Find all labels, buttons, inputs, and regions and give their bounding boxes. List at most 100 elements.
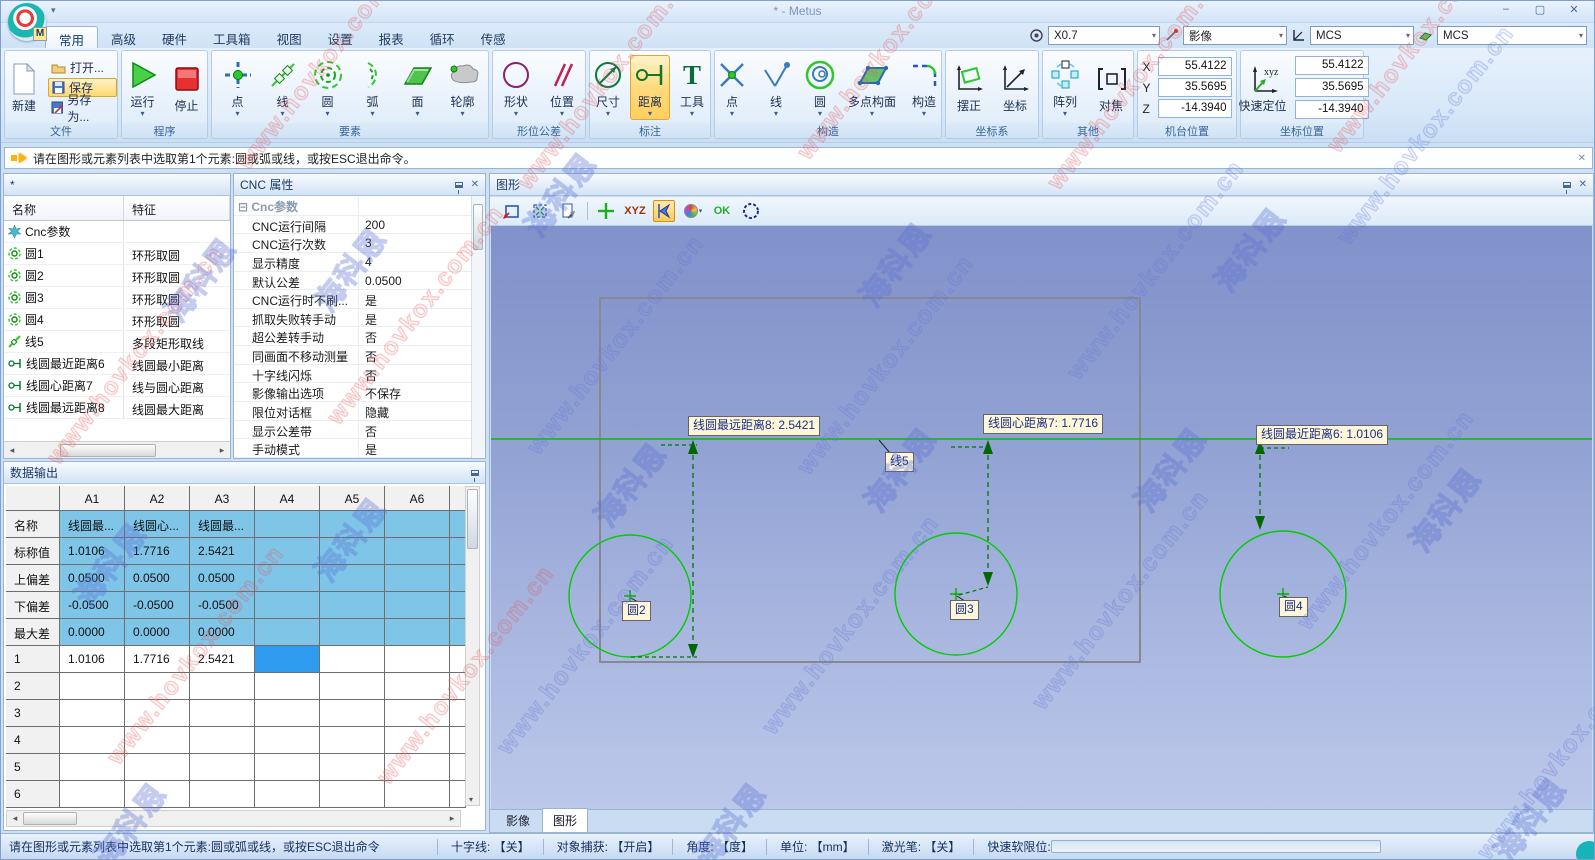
property-row[interactable]: 同画面不移动测量否 xyxy=(234,346,471,365)
open-button[interactable]: 打开... xyxy=(48,58,117,77)
sheet-vscrollbar[interactable]: ▾ xyxy=(465,486,480,806)
image-mode-combo[interactable]: 影像▾ xyxy=(1183,26,1287,45)
sheet-cell[interactable] xyxy=(385,538,450,565)
gdt-form-button[interactable]: 形状 ▾ xyxy=(497,56,535,119)
sheet-cell[interactable] xyxy=(320,592,385,619)
focus-button[interactable]: 对焦 xyxy=(1092,60,1130,116)
pin-icon[interactable] xyxy=(455,182,463,188)
sheet-cell[interactable] xyxy=(190,781,255,808)
column-name[interactable]: 名称 xyxy=(4,196,124,220)
sheet-cell[interactable] xyxy=(125,700,190,727)
sheet-cell[interactable] xyxy=(385,592,450,619)
status-object-snap[interactable]: 对象捕获: 【开启】 xyxy=(543,839,673,855)
construct-construct-button[interactable]: 构造 ▾ xyxy=(905,56,943,119)
sheet-cell[interactable] xyxy=(190,700,255,727)
element-row-dist6[interactable]: 线圆最近距离6 线圆最小距离 xyxy=(4,353,230,375)
property-row[interactable]: 手动模式是 xyxy=(234,439,471,458)
sheet-cell[interactable] xyxy=(385,565,450,592)
property-row[interactable]: CNC运行间隔200 xyxy=(234,216,471,235)
sheet-cell[interactable]: 线圆心... xyxy=(125,511,190,538)
crosshair-toggle-button[interactable] xyxy=(595,200,617,222)
sheet-cell[interactable]: 2.5421 xyxy=(190,538,255,565)
sheet-col-header[interactable]: A4 xyxy=(255,486,320,511)
pin-icon[interactable] xyxy=(1563,182,1571,188)
element-row-circle1[interactable]: 圆1 环形取圆 xyxy=(4,243,230,265)
dim-tool-button[interactable]: T 工具 ▾ xyxy=(673,56,711,119)
sheet-cell[interactable] xyxy=(190,727,255,754)
element-contour-button[interactable]: 轮廓 ▾ xyxy=(444,56,482,119)
panel-close-icon[interactable]: ✕ xyxy=(1579,179,1587,190)
sheet-cell[interactable] xyxy=(255,754,320,781)
sheet-hscrollbar[interactable]: ◂ ▸ xyxy=(6,810,461,827)
sheet-corner-cell[interactable] xyxy=(6,486,60,511)
sheet-cell[interactable]: 2.5421 xyxy=(190,646,255,673)
sheet-cell[interactable] xyxy=(125,727,190,754)
ok-button[interactable]: OK xyxy=(711,200,733,222)
minimize-button[interactable]: – xyxy=(1496,3,1516,19)
message-close-icon[interactable]: ✕ xyxy=(1578,153,1586,164)
construct-line-button[interactable]: 线 ▾ xyxy=(757,56,795,119)
sheet-cell[interactable] xyxy=(60,781,125,808)
align-button[interactable]: 摆正 xyxy=(950,60,988,116)
sheet-cell[interactable] xyxy=(385,700,450,727)
sheet-cell[interactable]: -0.0500 xyxy=(125,592,190,619)
sheet-cell[interactable] xyxy=(60,700,125,727)
sheet-cell[interactable]: 0.0500 xyxy=(60,565,125,592)
property-row[interactable]: 十字线闪烁否 xyxy=(234,365,471,384)
sheet-col-header[interactable]: A5 xyxy=(320,486,385,511)
element-row-dist8[interactable]: 线圆最远距离8 线圆最大距离 xyxy=(4,397,230,419)
sheet-cell[interactable] xyxy=(320,727,385,754)
property-row[interactable]: 限位对话框隐藏 xyxy=(234,402,471,421)
sheet-cell[interactable] xyxy=(385,673,450,700)
sheet-cell[interactable] xyxy=(125,673,190,700)
color-picker-button[interactable]: ▾ xyxy=(682,200,704,222)
sheet-cell[interactable] xyxy=(385,619,450,646)
sheet-cell[interactable]: 1.7716 xyxy=(125,646,190,673)
sheet-cell[interactable] xyxy=(385,754,450,781)
element-line-button[interactable]: 线 ▾ xyxy=(264,56,302,119)
sheet-cell[interactable] xyxy=(320,619,385,646)
circle3-label[interactable]: 圆3 xyxy=(950,600,979,620)
sheet-cell[interactable] xyxy=(60,727,125,754)
construct-point-button[interactable]: 点 ▾ xyxy=(713,56,751,119)
close-button[interactable]: ✕ xyxy=(1564,3,1584,19)
xyz-display-button[interactable]: XYZ xyxy=(624,200,646,222)
construct-circle-button[interactable]: 圆 ▾ xyxy=(801,56,839,119)
snapshot-button[interactable] xyxy=(558,200,580,222)
element-plane-button[interactable]: 面 ▾ xyxy=(399,56,437,119)
column-feature[interactable]: 特征 xyxy=(124,196,230,220)
dimension6-label[interactable]: 线圆最近距离6: 1.0106 xyxy=(1256,425,1388,445)
circle2-label[interactable]: 圆2 xyxy=(622,601,651,621)
element-row-line5[interactable]: 线5 多段矩形取线 xyxy=(4,331,230,353)
line5-label[interactable]: 线5 xyxy=(885,452,914,472)
quick-access-dropdown-icon[interactable]: ▾ xyxy=(51,5,56,16)
sheet-cell[interactable] xyxy=(190,754,255,781)
sheet-selected-cell[interactable] xyxy=(255,646,320,673)
sheet-cell[interactable] xyxy=(385,727,450,754)
property-group-row[interactable]: ⊟ Cnc参数 xyxy=(234,196,471,216)
save-as-button[interactable]: 另存为... xyxy=(48,98,117,117)
sheet-cell[interactable] xyxy=(125,781,190,808)
status-angle-unit[interactable]: 角度: 【度】 xyxy=(672,839,766,855)
sheet-cell[interactable] xyxy=(320,781,385,808)
status-laser-pointer[interactable]: 激光笔: 【关】 xyxy=(868,839,974,855)
element-list-hscrollbar[interactable]: ◂▸ xyxy=(4,441,230,458)
pin-icon[interactable] xyxy=(471,470,479,476)
element-row-dist7[interactable]: 线圆心距离7 线与圆心距离 xyxy=(4,375,230,397)
element-arc-button[interactable]: 弧 ▾ xyxy=(354,56,392,119)
sheet-cell[interactable]: 0.0000 xyxy=(125,619,190,646)
probe-pen-icon[interactable] xyxy=(1164,28,1179,43)
new-button[interactable]: 新建 xyxy=(5,60,43,116)
sheet-cell[interactable] xyxy=(385,781,450,808)
tab-image-view[interactable]: 影像 xyxy=(496,809,540,832)
sheet-cell[interactable] xyxy=(255,592,320,619)
property-row[interactable]: 默认公差0.0500 xyxy=(234,272,471,291)
coord-system-combo[interactable]: MCS▾ xyxy=(1310,26,1414,45)
tab-graphics-view[interactable]: 图形 xyxy=(542,808,588,832)
sheet-cell[interactable] xyxy=(255,700,320,727)
dimension8-label[interactable]: 线圆最远距离8: 2.5421 xyxy=(688,416,820,436)
sheet-cell[interactable] xyxy=(320,754,385,781)
sheet-cell[interactable]: 1.7716 xyxy=(125,538,190,565)
sheet-cell[interactable] xyxy=(320,646,385,673)
sheet-cell[interactable] xyxy=(255,511,320,538)
